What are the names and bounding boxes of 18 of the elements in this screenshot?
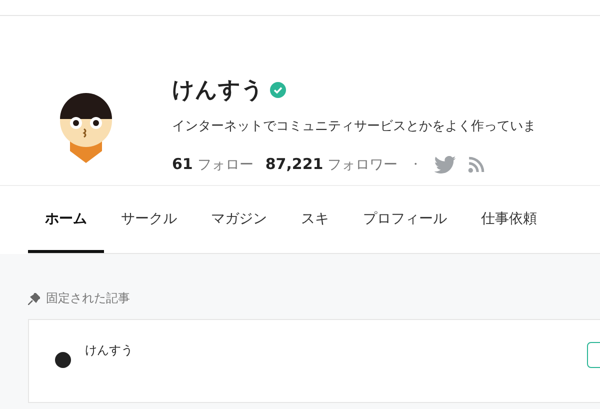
rss-icon[interactable] bbox=[468, 156, 485, 173]
profile-tab[interactable]: プロフィール bbox=[346, 186, 464, 253]
author-avatar bbox=[55, 352, 71, 368]
pinned-heading: 固定された記事 bbox=[46, 290, 130, 307]
profile-tab[interactable]: サークル bbox=[104, 186, 194, 253]
profile-tab[interactable]: スキ bbox=[284, 186, 346, 253]
profile-tab[interactable]: 仕事依頼 bbox=[464, 186, 554, 253]
separator: ・ bbox=[410, 156, 422, 173]
avatar-icon bbox=[58, 91, 114, 163]
follower-link[interactable]: 87,221 フォロワー bbox=[265, 155, 398, 174]
profile-tab[interactable]: マガジン bbox=[194, 186, 284, 253]
twitter-bird-icon[interactable] bbox=[434, 156, 456, 174]
author-name: けんすう bbox=[85, 342, 133, 359]
article-card[interactable]: けんすう bbox=[28, 319, 600, 403]
profile-name: けんすう bbox=[172, 77, 264, 105]
follow-link[interactable]: 61 フォロー bbox=[172, 155, 254, 174]
pin-icon bbox=[28, 292, 40, 304]
profile-bio: インターネットでコミュニティサービスとかをよく作っていま bbox=[172, 118, 536, 135]
